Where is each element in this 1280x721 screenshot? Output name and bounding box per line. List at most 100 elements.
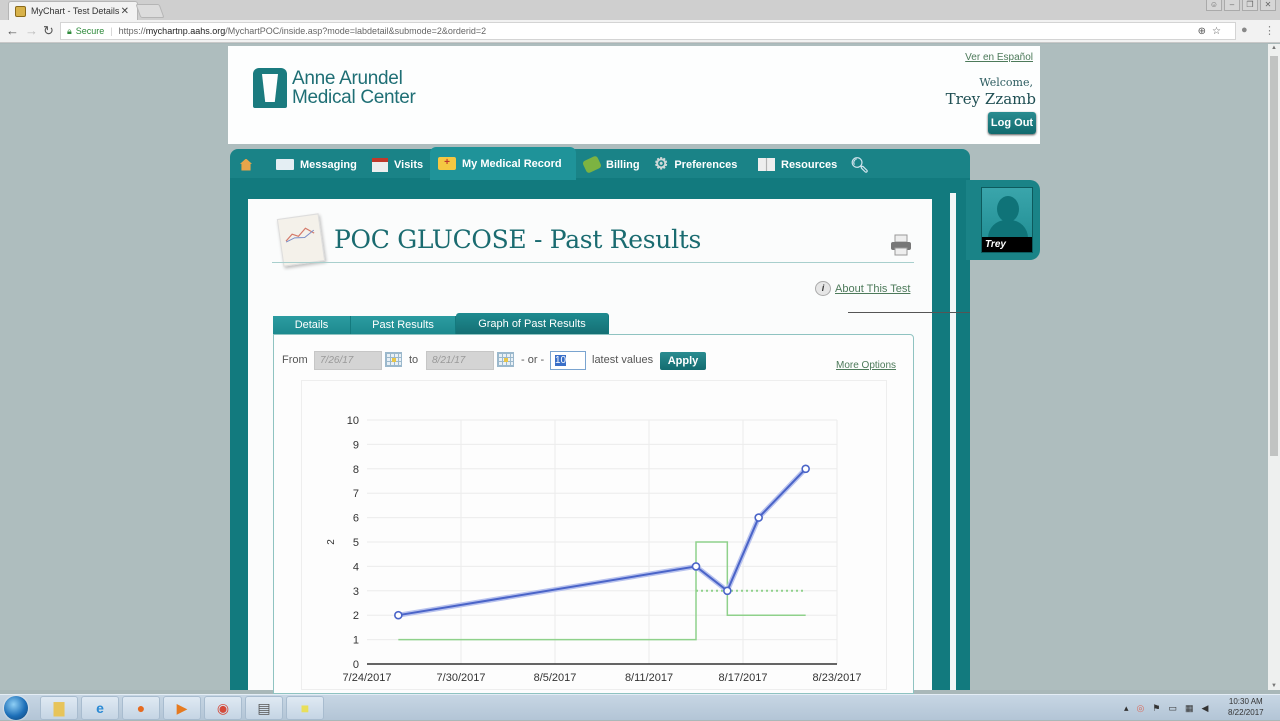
scroll-up-icon[interactable]: ▲ <box>1268 45 1280 51</box>
tab-graph-of-past-results[interactable]: Graph of Past Results <box>456 313 609 334</box>
nav-resources[interactable]: Resources <box>750 149 845 180</box>
notepad-icon: ▤ <box>257 699 271 716</box>
new-tab-button[interactable] <box>135 4 165 18</box>
taskbar-sticky-notes[interactable]: ■ <box>286 696 324 720</box>
mychart-favicon <box>15 5 26 17</box>
menu-icon[interactable]: ⋮ <box>1264 24 1275 37</box>
sticky-notes-icon: ■ <box>300 700 310 716</box>
info-icon: i <box>815 281 831 296</box>
logo-line1: Anne Arundel <box>292 68 403 89</box>
from-calendar-icon[interactable] <box>385 352 402 367</box>
show-hidden-icons[interactable]: ▴ <box>1124 703 1129 714</box>
tab-title: MyChart - Test Details <box>31 6 120 16</box>
taskbar-notepad[interactable]: ▤ <box>245 696 283 720</box>
windows-taskbar: ▇ e ● ▶ ◉ ▤ ■ ▴ ◎ ⚑ ▭ ▦ ◀ 10:30 AM 8/22/… <box>0 694 1280 720</box>
calendar-icon <box>372 157 388 172</box>
nav-messaging[interactable]: Messaging <box>268 149 365 180</box>
tab-past-results[interactable]: Past Results <box>351 316 456 334</box>
volume-icon[interactable]: ◀ <box>1202 703 1209 714</box>
aamc-logo[interactable]: Anne Arundel Medical Center <box>253 68 416 108</box>
back-icon[interactable]: ← <box>6 23 19 38</box>
apply-button[interactable]: Apply <box>660 352 706 370</box>
page-title: POC GLUCOSE - Past Results <box>334 225 702 254</box>
nav-label: Resources <box>781 158 838 171</box>
minimize-button[interactable]: – <box>1224 0 1240 11</box>
spanish-link[interactable]: Ver en Español <box>965 52 1033 63</box>
from-date-input[interactable]: 7/26/17 <box>314 351 382 370</box>
y-axis-label: 2 <box>326 539 337 545</box>
y-tick-label: 10 <box>347 415 359 427</box>
action-center-icon[interactable]: ⚑ <box>1152 703 1160 714</box>
avatar[interactable]: Trey <box>981 187 1033 253</box>
y-tick-label: 0 <box>353 659 359 671</box>
from-label: From <box>282 354 308 366</box>
y-tick-label: 6 <box>353 513 359 525</box>
forward-icon[interactable]: → <box>25 23 38 38</box>
tab-details[interactable]: Details <box>273 316 351 334</box>
url-domain: mychartnp.aahs.org <box>145 26 226 36</box>
nav-visits[interactable]: Visits <box>364 149 431 180</box>
book-icon <box>758 158 775 171</box>
user-name: Trey Zzamb <box>945 90 1036 108</box>
glucose-chart: 0 1 2 3 4 5 6 7 8 9 10 7/24/2017 7/30/2017 8/5/2017 8/… <box>326 415 862 684</box>
avatar-name: Trey <box>982 237 1032 252</box>
result-point <box>801 464 810 474</box>
about-link-text: About This Test <box>835 282 911 295</box>
display-icon[interactable]: ▭ <box>1168 703 1177 714</box>
address-bar[interactable]: 🔒︎ Secure | https:// mychartnp.aahs.org … <box>60 22 1236 40</box>
or-label: - or - <box>521 354 545 366</box>
profile-icon[interactable]: ☺ <box>1206 0 1222 11</box>
to-date-input[interactable]: 8/21/17 <box>426 351 494 370</box>
close-tab-icon[interactable]: ✕ <box>121 6 129 17</box>
print-icon[interactable] <box>890 234 912 256</box>
x-tick-label: 7/24/2017 <box>343 672 392 684</box>
scroll-down-icon[interactable]: ▼ <box>1268 683 1280 689</box>
tray-app-icon[interactable]: ◎ <box>1137 703 1145 714</box>
maximize-button[interactable]: ❐ <box>1242 0 1258 11</box>
home-icon <box>240 158 252 171</box>
nav-billing[interactable]: Billing <box>576 149 648 180</box>
taskbar-chrome[interactable]: ◉ <box>204 696 242 720</box>
about-this-test-link[interactable]: i About This Test <box>815 281 910 296</box>
x-tick-label: 8/23/2017 <box>813 672 862 684</box>
clock[interactable]: 10:30 AM 8/22/2017 <box>1228 696 1264 718</box>
start-button[interactable] <box>4 696 28 720</box>
nav-preferences[interactable]: ⚙ Preferences <box>646 149 745 180</box>
y-tick-label: 4 <box>353 561 359 573</box>
nav-my-medical-record[interactable]: + My Medical Record <box>430 147 576 180</box>
zoom-and-star-icons[interactable]: ⊕☆ <box>1198 26 1227 37</box>
y-tick-label: 2 <box>353 610 359 622</box>
nav-search[interactable]: 🔍︎ <box>842 149 883 180</box>
x-tick-label: 8/11/2017 <box>625 672 673 684</box>
content-edge <box>950 193 956 690</box>
taskbar-firefox[interactable]: ● <box>122 696 160 720</box>
reload-icon[interactable]: ↻ <box>43 23 54 39</box>
result-point <box>754 513 763 522</box>
result-point <box>394 610 403 620</box>
logo-line2: Medical Center <box>292 87 416 108</box>
clock-date: 8/22/2017 <box>1228 708 1264 717</box>
page-scrollbar[interactable]: ▲ ▼ <box>1268 44 1280 690</box>
avatar-head <box>997 196 1019 222</box>
taskbar-internet-explorer[interactable]: e <box>81 696 119 720</box>
nav-home[interactable] <box>232 149 266 180</box>
extension-icon[interactable]: ● <box>1241 24 1248 36</box>
browser-tab[interactable]: MyChart - Test Details ✕ <box>8 1 138 20</box>
latest-values-label: latest values <box>592 354 654 366</box>
y-tick-label: 8 <box>353 464 359 476</box>
folder-icon: ▇ <box>53 699 65 716</box>
network-icon[interactable]: ▦ <box>1185 703 1194 714</box>
to-calendar-icon[interactable] <box>497 352 514 367</box>
search-icon: 🔍︎ <box>850 156 870 174</box>
scroll-thumb[interactable] <box>1270 56 1278 456</box>
result-point <box>691 562 701 571</box>
y-tick-label: 7 <box>353 488 359 500</box>
taskbar-media-player[interactable]: ▶ <box>163 696 201 720</box>
more-options-link[interactable]: More Options <box>836 360 896 371</box>
logout-button[interactable]: Log Out <box>988 112 1036 134</box>
nav-label: Billing <box>606 158 640 171</box>
close-window-button[interactable]: ✕ <box>1260 0 1276 11</box>
taskbar-file-explorer[interactable]: ▇ <box>40 696 78 720</box>
envelope-icon <box>276 159 294 170</box>
latest-values-input[interactable]: 10 <box>550 351 586 370</box>
